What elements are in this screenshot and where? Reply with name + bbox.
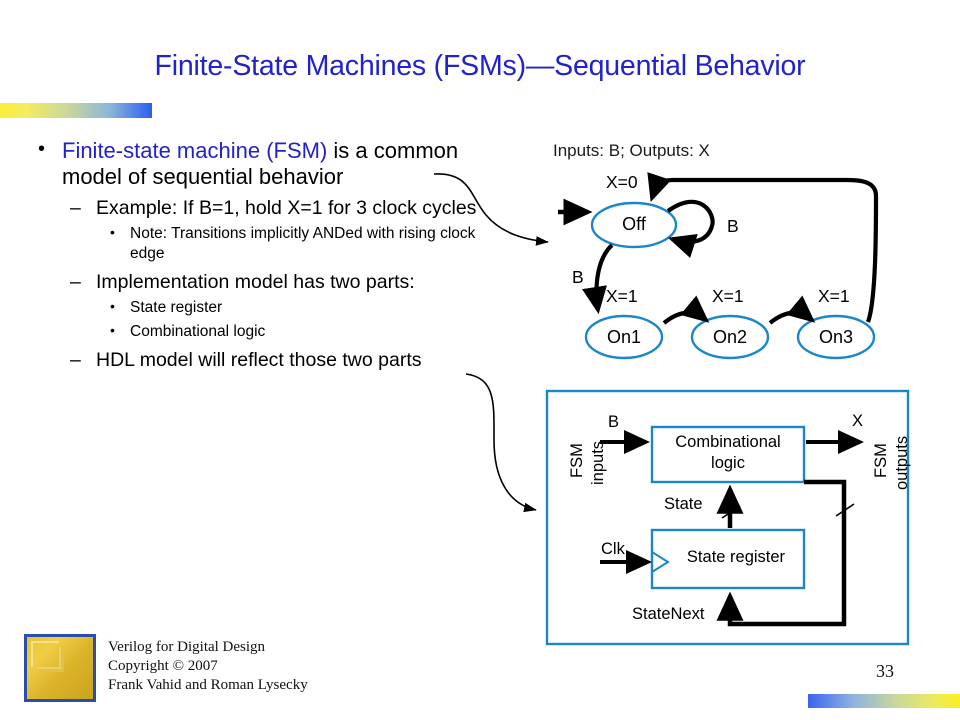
fsm-io-line: Inputs: B; Outputs: X [553, 141, 710, 160]
statenext-bus-slash-icon [835, 503, 855, 517]
state-label-on2: On2 [712, 327, 748, 347]
bullet-level2-implementation: – Implementation model has two parts: [24, 270, 494, 294]
transition-label-off-self-loop: B [727, 216, 739, 236]
page-number: 33 [876, 661, 894, 681]
clock-edge-triangle-icon [651, 551, 670, 573]
footer-line-authors: Frank Vahid and Roman Lysecky [108, 677, 308, 693]
combinational-logic-label-line1: Combinational [675, 433, 781, 451]
state-register-label: State register [686, 548, 786, 566]
bullet-text: Combinational logic [130, 323, 266, 340]
fsm-inputs-label-line1: FSM [568, 443, 586, 478]
bullet-level2-hdl: – HDL model will reflect those two parts [24, 348, 494, 372]
state-label-off: Off [622, 214, 646, 234]
dash-marker-icon: – [70, 271, 81, 293]
slide-canvas: Finite-State Machines (FSMs)—Sequential … [0, 0, 960, 720]
input-signal-label: B [608, 413, 620, 431]
sub-bullet-marker-icon: • [110, 224, 115, 240]
fsm-outputs-label-line1: FSM [872, 443, 890, 478]
bullet-text: Note: Transitions implicitly ANDed with … [130, 225, 476, 262]
sub-bullet-marker-icon: • [110, 322, 115, 338]
state-label-on1: On1 [606, 327, 642, 347]
footer-line-title: Verilog for Digital Design [108, 639, 266, 655]
title-accent-bar [0, 103, 152, 118]
fsm-outputs-label-line2: outputs [893, 435, 911, 490]
bullet-text: Implementation model has two parts: [96, 271, 415, 293]
dash-marker-icon: – [70, 197, 81, 219]
transition-on1-to-on2 [662, 295, 710, 325]
bullet-list: • Finite-state machine (FSM) is a common … [24, 138, 494, 372]
state-wire-label: State [664, 495, 703, 513]
state-output-label-on3: X=1 [818, 286, 850, 306]
book-logo [24, 634, 96, 702]
logo-inner-graphic [27, 637, 93, 699]
bullet-level1-highlight: Finite-state machine (FSM) [62, 138, 328, 163]
bullet-level2-example: – Example: If B=1, hold X=1 for 3 clock c… [24, 196, 494, 220]
bullet-level3-combinational-logic: • Combinational logic [24, 322, 494, 342]
output-signal-label: X [852, 412, 864, 430]
bullet-level3-note: • Note: Transitions implicitly ANDed with… [24, 224, 494, 264]
state-output-label-on1: X=1 [606, 286, 638, 306]
footer-accent-bar [808, 694, 960, 708]
state-label-on3: On3 [818, 327, 854, 347]
page-title: Finite-State Machines (FSMs)—Sequential … [154, 50, 806, 82]
clock-signal-label: Clk [601, 540, 625, 558]
footer-line-copyright: Copyright © 2007 [108, 658, 218, 674]
transition-label-off-to-on1: B [572, 267, 584, 287]
bullet-text: State register [130, 299, 223, 316]
combinational-logic-label-line2: logic [711, 454, 745, 472]
state-output-label-off: X=0 [606, 172, 638, 192]
transition-on2-to-on3 [768, 295, 816, 325]
bullet-text: HDL model will reflect those two parts [96, 349, 422, 371]
state-output-label-on2: X=1 [712, 286, 744, 306]
statenext-wire-label: StateNext [632, 605, 705, 623]
bullet-marker-icon: • [38, 138, 46, 160]
bullet-text: Example: If B=1, hold X=1 for 3 clock cy… [96, 197, 477, 219]
pointer-curve-to-block-diagram [465, 373, 537, 513]
state-bus-slash-icon [721, 505, 741, 519]
bullet-level3-state-register: • State register [24, 298, 494, 318]
dash-marker-icon: – [70, 349, 81, 371]
fsm-inputs-label-line2: inputs [589, 440, 607, 485]
bullet-level1: • Finite-state machine (FSM) is a common … [24, 138, 494, 190]
sub-bullet-marker-icon: • [110, 298, 115, 314]
footer-credits: Verilog for Digital Design Copyright © 2… [108, 638, 308, 695]
